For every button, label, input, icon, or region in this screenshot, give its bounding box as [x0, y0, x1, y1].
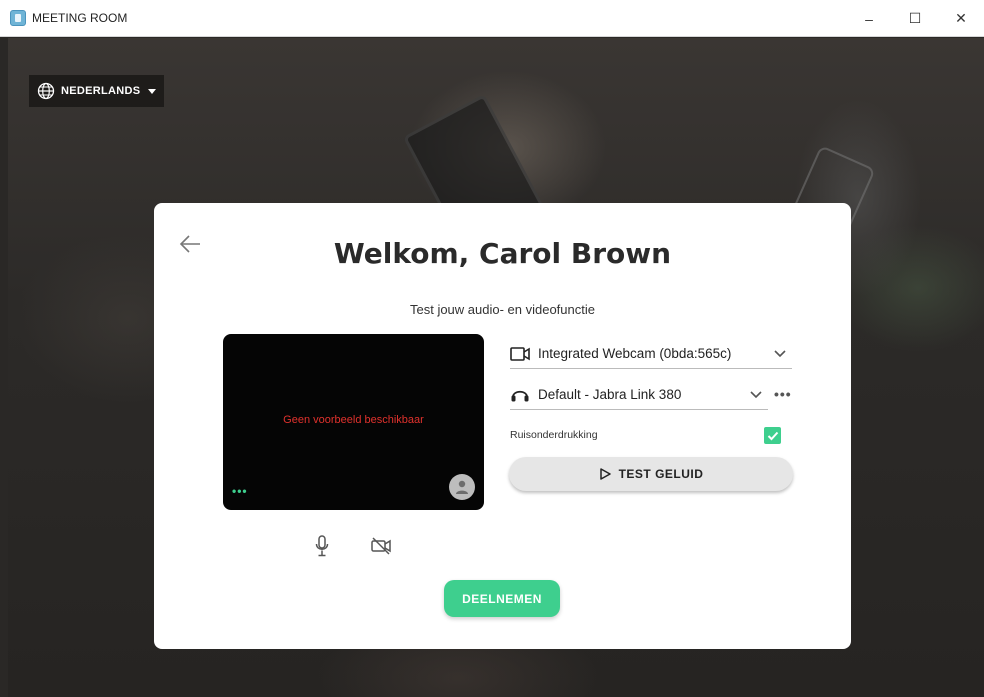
- app-icon: [10, 10, 26, 26]
- test-sound-button[interactable]: TEST GELUID: [509, 457, 793, 491]
- avatar: [449, 474, 475, 500]
- headset-icon: [511, 390, 529, 401]
- video-camera-icon: [510, 346, 530, 361]
- chevron-down-icon: [750, 390, 762, 398]
- microphone-icon[interactable]: [314, 534, 330, 558]
- minimize-button[interactable]: –: [846, 0, 892, 37]
- webcam-value: Integrated Webcam (0bda:565c): [538, 346, 732, 361]
- test-sound-label: TEST GELUID: [618, 467, 704, 481]
- globe-icon: [37, 82, 55, 100]
- user-avatar-icon: [456, 480, 468, 494]
- checkmark-icon: [767, 431, 778, 440]
- maximize-button[interactable]: ☐: [892, 0, 938, 37]
- play-icon: [599, 468, 611, 480]
- window-title: MEETING ROOM: [32, 11, 128, 25]
- no-preview-message: Geen voorbeeld beschikbaar: [283, 414, 424, 426]
- language-label: NEDERLANDS: [61, 85, 141, 97]
- chevron-down-icon: [774, 349, 786, 357]
- noise-suppression-label: Ruisonderdrukking: [510, 429, 598, 441]
- close-button[interactable]: ✕: [938, 0, 984, 37]
- webcam-select[interactable]: Integrated Webcam (0bda:565c): [510, 339, 792, 369]
- caret-down-icon: [148, 88, 157, 94]
- welcome-title: Welkom, Carol Brown: [333, 237, 672, 270]
- video-preview: Geen voorbeeld beschikbaar •••: [223, 334, 484, 510]
- camera-off-icon[interactable]: [370, 536, 392, 556]
- audio-device-value: Default - Jabra Link 380: [538, 387, 682, 402]
- title-bar: MEETING ROOM – ☐ ✕: [0, 0, 984, 37]
- audio-device-select[interactable]: Default - Jabra Link 380: [510, 380, 768, 410]
- subtitle: Test jouw audio- en videofunctie: [409, 302, 595, 317]
- join-button[interactable]: DEELNEMEN: [444, 580, 560, 617]
- join-dialog: Welkom, Carol Brown Test jouw audio- en …: [154, 203, 851, 649]
- noise-suppression-checkbox[interactable]: [764, 427, 781, 444]
- language-selector[interactable]: NEDERLANDS: [29, 75, 165, 107]
- more-options-button[interactable]: •••: [774, 386, 792, 402]
- audio-level-indicator: •••: [232, 484, 248, 498]
- window-controls: – ☐ ✕: [846, 0, 984, 37]
